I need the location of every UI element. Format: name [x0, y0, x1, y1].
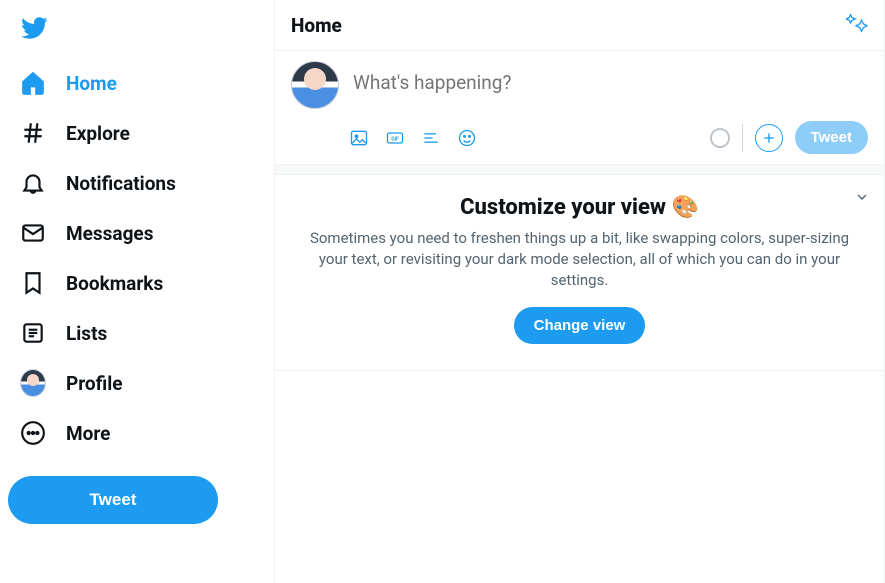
- nav-bookmarks[interactable]: Bookmarks: [8, 260, 266, 306]
- mail-icon: [20, 220, 46, 246]
- more-icon: [20, 420, 46, 446]
- list-icon: [20, 320, 46, 346]
- page-title: Home: [291, 14, 342, 37]
- nav-label: Messages: [66, 222, 153, 245]
- add-thread-button[interactable]: [755, 124, 783, 152]
- compose-input[interactable]: [353, 61, 868, 94]
- nav-more[interactable]: More: [8, 410, 266, 456]
- sidebar: Home Explore Notifications Messages Book…: [0, 0, 275, 583]
- palette-emoji: 🎨: [671, 195, 698, 220]
- emoji-icon[interactable]: [457, 128, 477, 148]
- compose-avatar[interactable]: [291, 61, 339, 109]
- main-column: Home GIF: [275, 0, 885, 583]
- card-title: Customize your view 🎨: [305, 195, 854, 220]
- nav-label: Profile: [66, 372, 123, 395]
- nav-label: Home: [66, 72, 117, 95]
- nav-notifications[interactable]: Notifications: [8, 160, 266, 206]
- poll-icon[interactable]: [421, 128, 441, 148]
- nav-explore[interactable]: Explore: [8, 110, 266, 156]
- nav-lists[interactable]: Lists: [8, 310, 266, 356]
- svg-text:GIF: GIF: [391, 136, 399, 142]
- nav-home[interactable]: Home: [8, 60, 266, 106]
- nav-profile[interactable]: Profile: [8, 360, 266, 406]
- compose-tweet: GIF Tweet: [275, 51, 884, 165]
- top-tweets-icon[interactable]: [846, 12, 868, 38]
- nav: Home Explore Notifications Messages Book…: [8, 60, 266, 456]
- compose-tweet-button[interactable]: Tweet: [795, 121, 868, 154]
- feed-gap: [275, 165, 884, 175]
- divider: [742, 124, 743, 152]
- customize-view-card: Customize your view 🎨 Sometimes you need…: [275, 175, 884, 371]
- card-description: Sometimes you need to freshen things up …: [305, 228, 854, 291]
- char-count-circle: [710, 128, 730, 148]
- nav-label: Notifications: [66, 172, 176, 195]
- bell-icon: [20, 170, 46, 196]
- home-icon: [20, 70, 46, 96]
- nav-label: Lists: [66, 322, 107, 345]
- gif-icon[interactable]: GIF: [385, 128, 405, 148]
- change-view-button[interactable]: Change view: [514, 307, 646, 344]
- nav-messages[interactable]: Messages: [8, 210, 266, 256]
- collapse-card-button[interactable]: [854, 189, 870, 209]
- hash-icon: [20, 120, 46, 146]
- compose-toolbar: GIF: [349, 128, 477, 148]
- image-icon[interactable]: [349, 128, 369, 148]
- twitter-logo[interactable]: [8, 4, 266, 60]
- nav-label: Explore: [66, 122, 130, 145]
- header: Home: [275, 0, 884, 51]
- nav-label: More: [66, 422, 110, 445]
- card-title-text: Customize your view: [460, 195, 666, 220]
- avatar-icon: [20, 370, 46, 396]
- nav-label: Bookmarks: [66, 272, 163, 295]
- sidebar-tweet-button[interactable]: Tweet: [8, 476, 218, 524]
- bookmark-icon: [20, 270, 46, 296]
